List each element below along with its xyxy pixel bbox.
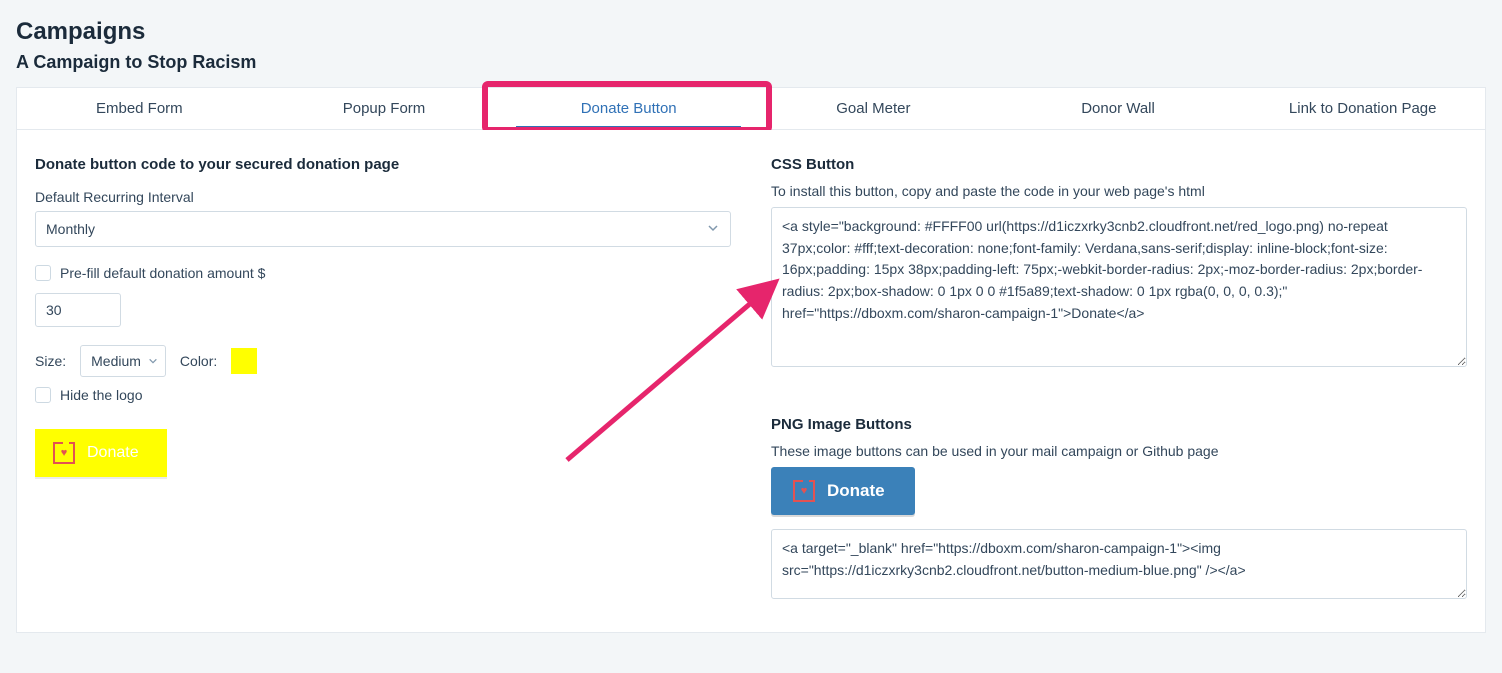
page-title: Campaigns (16, 18, 1486, 46)
png-code-textarea[interactable] (771, 529, 1467, 599)
tab-donate-button[interactable]: Donate Button (506, 88, 751, 129)
size-select-value: Medium (91, 353, 141, 369)
hide-logo-checkbox[interactable] (35, 387, 51, 403)
interval-select-value: Monthly (46, 221, 95, 237)
tab-donor-wall[interactable]: Donor Wall (996, 88, 1241, 129)
interval-select[interactable]: Monthly (35, 211, 731, 247)
tab-goal-meter[interactable]: Goal Meter (751, 88, 996, 129)
png-buttons-heading: PNG Image Buttons (771, 416, 1467, 433)
tab-popup-form[interactable]: Popup Form (262, 88, 507, 129)
donate-logo-icon: ♥ (793, 480, 815, 502)
size-select[interactable]: Medium (80, 345, 166, 377)
tab-link-to-donation-page[interactable]: Link to Donation Page (1240, 88, 1485, 129)
png-donate-label: Donate (827, 481, 885, 501)
campaign-subtitle: A Campaign to Stop Racism (16, 52, 1486, 73)
tab-label: Embed Form (96, 100, 183, 117)
tab-label: Link to Donation Page (1289, 100, 1437, 117)
left-section-heading: Donate button code to your secured donat… (35, 156, 731, 173)
tab-label: Goal Meter (836, 100, 910, 117)
tab-bar: Embed Form Popup Form Donate Button Goal… (16, 87, 1486, 130)
prefill-amount-label: Pre-fill default donation amount $ (60, 265, 265, 281)
tab-label: Donate Button (581, 100, 677, 117)
prefill-amount-checkbox[interactable] (35, 265, 51, 281)
donate-preview-label: Donate (87, 444, 139, 462)
tab-label: Donor Wall (1081, 100, 1155, 117)
hide-logo-label: Hide the logo (60, 387, 143, 403)
css-code-textarea[interactable] (771, 207, 1467, 367)
donate-preview-button[interactable]: ♥ Donate (35, 429, 167, 477)
tab-embed-form[interactable]: Embed Form (17, 88, 262, 129)
css-button-heading: CSS Button (771, 156, 1467, 173)
size-label: Size: (35, 353, 66, 369)
interval-label: Default Recurring Interval (35, 189, 731, 205)
png-helper-text: These image buttons can be used in your … (771, 443, 1467, 459)
donate-logo-icon: ♥ (53, 442, 75, 464)
prefill-amount-input[interactable] (35, 293, 121, 327)
css-helper-text: To install this button, copy and paste t… (771, 183, 1467, 199)
color-label: Color: (180, 353, 217, 369)
color-swatch[interactable] (231, 348, 257, 374)
png-donate-button[interactable]: ♥ Donate (771, 467, 915, 515)
tab-label: Popup Form (343, 100, 426, 117)
